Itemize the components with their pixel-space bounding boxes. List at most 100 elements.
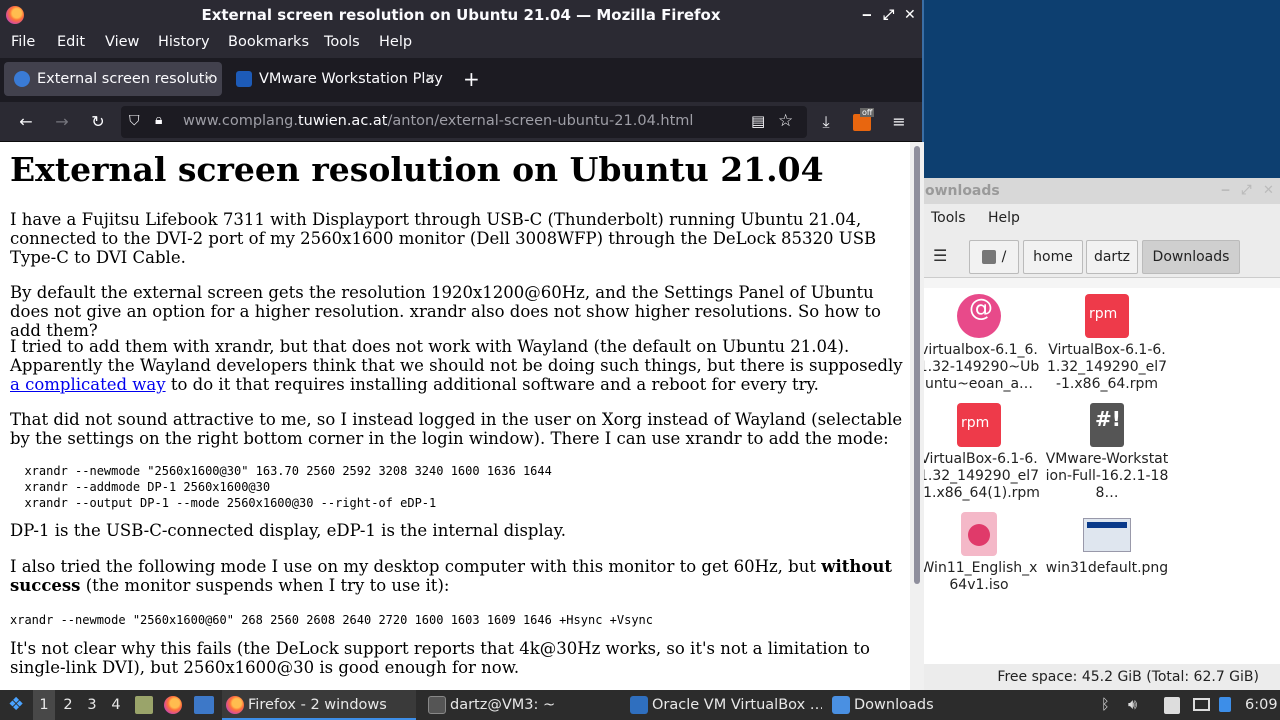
paragraph: I have a Fujitsu Lifebook 7311 with Disp…: [10, 210, 877, 267]
script-file-icon: #!: [1090, 403, 1124, 447]
file-grid: @ virtualbox-6.1_6.1.32-149290~Ubuntu~eo…: [901, 288, 1280, 668]
code-block: xrandr --newmode "2560x1600@30" 163.70 2…: [24, 464, 552, 510]
forward-icon[interactable]: →: [50, 110, 74, 134]
path-dartz-button[interactable]: dartz: [1086, 240, 1138, 274]
paragraph: I tried to add them with xrandr, but tha…: [10, 337, 903, 394]
workspace-3[interactable]: 3: [81, 690, 103, 720]
disc-image-icon: [961, 512, 997, 556]
menu-tools[interactable]: Tools: [931, 210, 966, 226]
display-icon[interactable]: [1193, 698, 1210, 711]
path-bar: ☰ / home dartz Downloads: [901, 234, 1280, 278]
menu-view[interactable]: View: [105, 34, 139, 50]
file-item[interactable]: Win11_English_x64v1.iso: [917, 512, 1041, 594]
drive-icon: [981, 250, 996, 264]
bluetooth-icon[interactable]: ᛒ: [1101, 690, 1110, 720]
virtualbox-icon: [630, 696, 648, 714]
tab-external-screen[interactable]: External screen resolutio ×: [4, 62, 222, 96]
paragraph: DP-1 is the USB-C-connected display, eDP…: [10, 521, 566, 540]
tab-close-icon[interactable]: ×: [203, 62, 214, 96]
downloads-icon[interactable]: ⤓: [814, 110, 838, 134]
firefox-titlebar[interactable]: External screen resolution on Ubuntu 21.…: [0, 0, 922, 30]
firefox-logo-icon: [6, 6, 24, 24]
firefox-icon: [226, 696, 244, 714]
minimize-icon[interactable]: ‒: [862, 0, 872, 30]
paragraph: It's not clear why this fails (the DeLoc…: [10, 639, 870, 677]
close-icon[interactable]: ✕: [1263, 178, 1274, 204]
complicated-way-link[interactable]: a complicated way: [10, 375, 166, 394]
app-menu-icon[interactable]: ≡: [887, 110, 911, 134]
path-root-button[interactable]: /: [969, 240, 1019, 274]
tracking-protection-icon[interactable]: ⛉: [129, 113, 140, 129]
status-bar: Free space: 45.2 GiB (Total: 62.7 GiB): [901, 664, 1280, 690]
menu-edit[interactable]: Edit: [57, 34, 85, 50]
menu-help[interactable]: Help: [379, 34, 412, 50]
lock-icon[interactable]: 🔒︎: [155, 112, 162, 128]
bookmark-star-icon[interactable]: ☆: [778, 111, 793, 131]
path-downloads-button[interactable]: Downloads: [1142, 240, 1240, 274]
page-content: External screen resolution on Ubuntu 21.…: [0, 142, 910, 690]
paragraph: By default the external screen gets the …: [10, 283, 881, 340]
rpm-package-icon: rpm: [1085, 294, 1129, 338]
taskbar: ❖ 1 2 3 4 Firefox - 2 windows dartz@VM3:…: [0, 690, 1280, 720]
terminal-icon: [428, 696, 446, 714]
file-item[interactable]: rpm VirtualBox-6.1-6.1.32_149290_el7-1.x…: [917, 403, 1041, 502]
taskbar-firefox[interactable]: Firefox - 2 windows: [222, 690, 416, 720]
file-item[interactable]: win31default.png: [1045, 512, 1169, 577]
reader-view-icon[interactable]: ▤: [751, 112, 765, 130]
vmware-favicon-icon: [236, 71, 252, 87]
file-item[interactable]: @ virtualbox-6.1_6.1.32-149290~Ubuntu~eo…: [917, 294, 1041, 393]
menu-history[interactable]: History: [158, 34, 210, 50]
clock[interactable]: 6:09: [1245, 690, 1278, 720]
image-thumbnail: [1083, 518, 1131, 552]
volume-icon[interactable]: 🔊︎: [1128, 690, 1137, 720]
menubar: File Edit View History Bookmarks Tools H…: [0, 30, 922, 58]
tab-close-icon[interactable]: ×: [425, 62, 436, 96]
minimize-icon[interactable]: ‒: [1221, 178, 1230, 204]
close-icon[interactable]: ✕: [904, 0, 916, 30]
code-block: xrandr --newmode "2560x1600@60" 268 2560…: [10, 613, 653, 627]
network-icon[interactable]: [1219, 697, 1231, 712]
scrollbar-thumb[interactable]: [914, 146, 920, 584]
navigation-toolbar: ← → ↻ ⛉ 🔒︎ www.complang.tuwien.ac.at/ant…: [0, 102, 922, 142]
page-heading: External screen resolution on Ubuntu 21.…: [10, 150, 824, 189]
maximize-icon[interactable]: ⤢: [1241, 178, 1251, 204]
workspace-4[interactable]: 4: [105, 690, 127, 720]
menu-help[interactable]: Help: [988, 210, 1020, 226]
debian-package-icon: @: [957, 294, 1001, 338]
workspace-2[interactable]: 2: [57, 690, 79, 720]
paragraph: I also tried the following mode I use on…: [10, 557, 892, 595]
taskbar-downloads[interactable]: Downloads: [828, 690, 1024, 720]
file-manager-window[interactable]: ownloads ‒ ⤢ ✕ Tools Help ☰ / home dartz…: [900, 178, 1280, 690]
path-home-button[interactable]: home: [1023, 240, 1083, 274]
list-view-icon[interactable]: ☰: [933, 246, 947, 265]
firefox-window[interactable]: External screen resolution on Ubuntu 21.…: [0, 0, 924, 690]
menu-tools[interactable]: Tools: [324, 34, 360, 50]
url-text: www.complang.tuwien.ac.at/anton/external…: [183, 113, 694, 129]
complang-favicon-icon: [14, 71, 30, 87]
url-bar[interactable]: ⛉ 🔒︎ www.complang.tuwien.ac.at/anton/ext…: [121, 106, 807, 138]
menu-bookmarks[interactable]: Bookmarks: [228, 34, 309, 50]
taskbar-virtualbox[interactable]: Oracle VM VirtualBox …: [626, 690, 822, 720]
window-title: External screen resolution on Ubuntu 21.…: [201, 6, 721, 24]
paragraph: That did not sound attractive to me, so …: [10, 410, 903, 448]
taskbar-terminal[interactable]: dartz@VM3: ~: [424, 690, 620, 720]
reload-icon[interactable]: ↻: [86, 110, 110, 134]
maximize-icon[interactable]: ⤢: [883, 0, 894, 30]
firefox-launcher-icon[interactable]: [164, 696, 182, 714]
clipboard-icon[interactable]: [1164, 697, 1180, 714]
tab-vmware[interactable]: VMware Workstation Play ×: [226, 62, 444, 96]
folder-icon: [832, 696, 850, 714]
new-tab-button[interactable]: +: [463, 67, 480, 91]
start-menu-icon[interactable]: ❖: [8, 690, 24, 720]
file-manager-titlebar[interactable]: ownloads ‒ ⤢ ✕: [901, 178, 1280, 204]
file-manager-title: ownloads: [925, 183, 1000, 199]
file-item[interactable]: rpm VirtualBox-6.1-6.1.32_149290_el7-1.x…: [1045, 294, 1169, 393]
show-desktop-icon[interactable]: [194, 696, 214, 714]
file-manager-launcher-icon[interactable]: [135, 696, 153, 714]
workspace-1[interactable]: 1: [33, 690, 55, 720]
tab-bar: External screen resolutio × VMware Works…: [0, 58, 922, 102]
menu-file[interactable]: File: [11, 34, 35, 50]
extension-off-badge: off: [860, 108, 875, 117]
file-item[interactable]: #! VMware-Workstation-Full-16.2.1-188…: [1045, 403, 1169, 502]
back-icon[interactable]: ←: [14, 110, 38, 134]
